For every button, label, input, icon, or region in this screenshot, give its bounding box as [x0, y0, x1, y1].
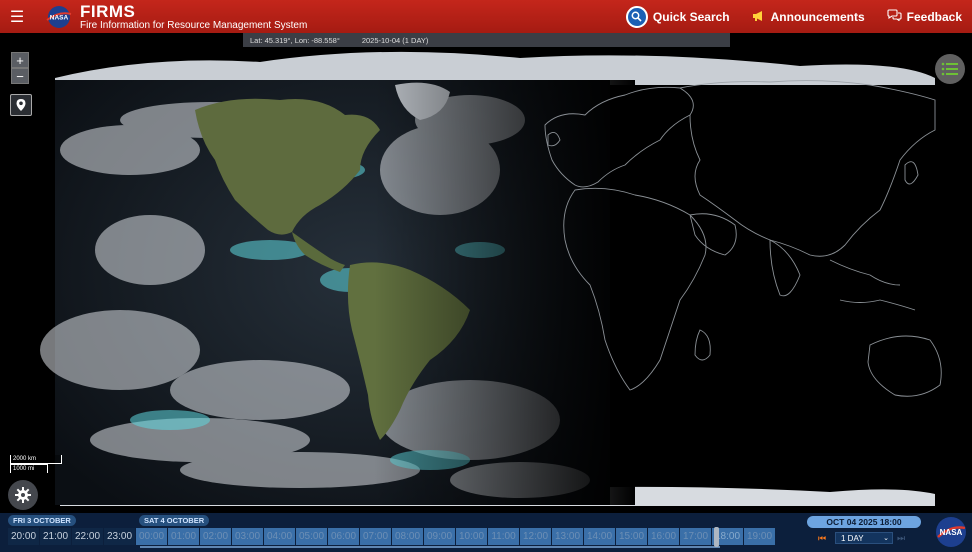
- timeline-hour[interactable]: 17:00: [680, 528, 712, 545]
- timeline-hour[interactable]: 05:00: [296, 528, 328, 545]
- timeline-hour[interactable]: 13:00: [552, 528, 584, 545]
- zoom-out-button[interactable]: −: [11, 68, 29, 84]
- selected-datetime[interactable]: OCT 04 2025 18:00: [807, 516, 921, 528]
- timeline-handle[interactable]: [714, 527, 719, 547]
- gear-icon: [15, 487, 31, 503]
- map-pin-icon: [16, 99, 26, 111]
- nasa-meatball-logo[interactable]: NASA: [934, 515, 968, 549]
- world-map[interactable]: [0, 33, 972, 513]
- day-label-sat-4[interactable]: SAT 4 OCTOBER: [139, 515, 210, 526]
- firms-app: ☰ NASA FIRMS Fire Information for Resour…: [0, 0, 972, 552]
- timeline-hour[interactable]: 14:00: [584, 528, 616, 545]
- timeline-hours: 20:00 21:00 22:00 23:00 00:00 01:00 02:00 03:00…: [8, 528, 778, 545]
- svg-text:NASA: NASA: [940, 528, 963, 537]
- timeline-hour[interactable]: 19:00: [744, 528, 776, 545]
- nasa-logo[interactable]: NASA: [44, 5, 74, 29]
- timeline-hour[interactable]: 03:00: [232, 528, 264, 545]
- search-icon: [625, 5, 648, 28]
- top-header: ☰ NASA FIRMS Fire Information for Resour…: [0, 0, 972, 33]
- timeline-hour[interactable]: 00:00: [136, 528, 168, 545]
- time-range-select[interactable]: 1 DAY ⌄: [835, 532, 893, 544]
- quick-search-button[interactable]: Quick Search: [625, 5, 730, 28]
- timeline-hour[interactable]: 04:00: [264, 528, 296, 545]
- timeline-hour[interactable]: 15:00: [616, 528, 648, 545]
- header-actions: Quick Search Announcements Feedback: [625, 0, 962, 33]
- timeline-hour[interactable]: 08:00: [392, 528, 424, 545]
- timeline-track[interactable]: FRI 3 OCTOBER SAT 4 OCTOBER 20:00 21:00 22…: [8, 513, 778, 552]
- timeline-hour[interactable]: 10:00: [456, 528, 488, 545]
- lat-lon-readout: Lat: 45.319°, Lon: -88.558°: [250, 35, 340, 45]
- map-scale: 2000 km 1000 mi: [10, 455, 62, 473]
- chevron-down-icon: ⌄: [883, 535, 889, 542]
- timeline-hour[interactable]: 20:00: [8, 528, 40, 545]
- brand-title: FIRMS: [80, 1, 136, 21]
- timeline-hour[interactable]: 16:00: [648, 528, 680, 545]
- location-button[interactable]: [10, 94, 32, 116]
- timeline-hour[interactable]: 02:00: [200, 528, 232, 545]
- timeline-hour[interactable]: 23:00: [104, 528, 136, 545]
- step-forward-icon[interactable]: ⏭: [897, 533, 905, 544]
- timeline-hour[interactable]: 01:00: [168, 528, 200, 545]
- hamburger-menu-icon[interactable]: ☰: [0, 0, 34, 33]
- settings-button[interactable]: [8, 480, 38, 510]
- chat-bubbles-icon: [887, 9, 902, 24]
- timeline-hour[interactable]: 06:00: [328, 528, 360, 545]
- brand-subtitle: Fire Information for Resource Management…: [80, 19, 308, 31]
- scale-km: 2000 km: [10, 455, 62, 464]
- megaphone-icon: [752, 9, 766, 25]
- date-range-readout: 2025-10-04 (1 DAY): [361, 35, 429, 45]
- feedback-button[interactable]: Feedback: [887, 9, 962, 24]
- layers-list-icon: [941, 62, 958, 76]
- svg-text:NASA: NASA: [50, 14, 69, 21]
- scale-mi: 1000 mi: [10, 464, 48, 473]
- zoom-in-button[interactable]: +: [11, 52, 29, 68]
- step-back-icon[interactable]: ⏮: [818, 533, 826, 544]
- coordinate-readout-bar: Lat: 45.319°, Lon: -88.558° 2025-10-04 (…: [243, 33, 730, 47]
- timeline-bar: FRI 3 OCTOBER SAT 4 OCTOBER 20:00 21:00 22…: [0, 513, 972, 552]
- day-label-fri-3[interactable]: FRI 3 OCTOBER: [8, 515, 76, 526]
- timeline-controls: OCT 04 2025 18:00 ⏮ 1 DAY ⌄ ⏭: [780, 513, 930, 552]
- feedback-label: Feedback: [906, 9, 962, 24]
- brand[interactable]: FIRMS Fire Information for Resource Mana…: [80, 3, 307, 31]
- announcements-label: Announcements: [770, 9, 865, 24]
- layers-menu-button[interactable]: [935, 54, 965, 84]
- announcements-button[interactable]: Announcements: [752, 9, 865, 25]
- timeline-hour[interactable]: 11:00: [488, 528, 520, 545]
- timeline-hour[interactable]: 09:00: [424, 528, 456, 545]
- timeline-hour[interactable]: 07:00: [360, 528, 392, 545]
- zoom-controls: + −: [11, 52, 29, 84]
- quick-search-label: Quick Search: [652, 9, 730, 24]
- timeline-hour[interactable]: 22:00: [72, 528, 104, 545]
- timeline-hour[interactable]: 21:00: [40, 528, 72, 545]
- timeline-progress: [140, 546, 720, 548]
- time-range-value: 1 DAY: [841, 533, 864, 543]
- map-canvas[interactable]: [0, 33, 972, 513]
- timeline-days: FRI 3 OCTOBER SAT 4 OCTOBER: [8, 515, 778, 527]
- timeline-hour[interactable]: 12:00: [520, 528, 552, 545]
